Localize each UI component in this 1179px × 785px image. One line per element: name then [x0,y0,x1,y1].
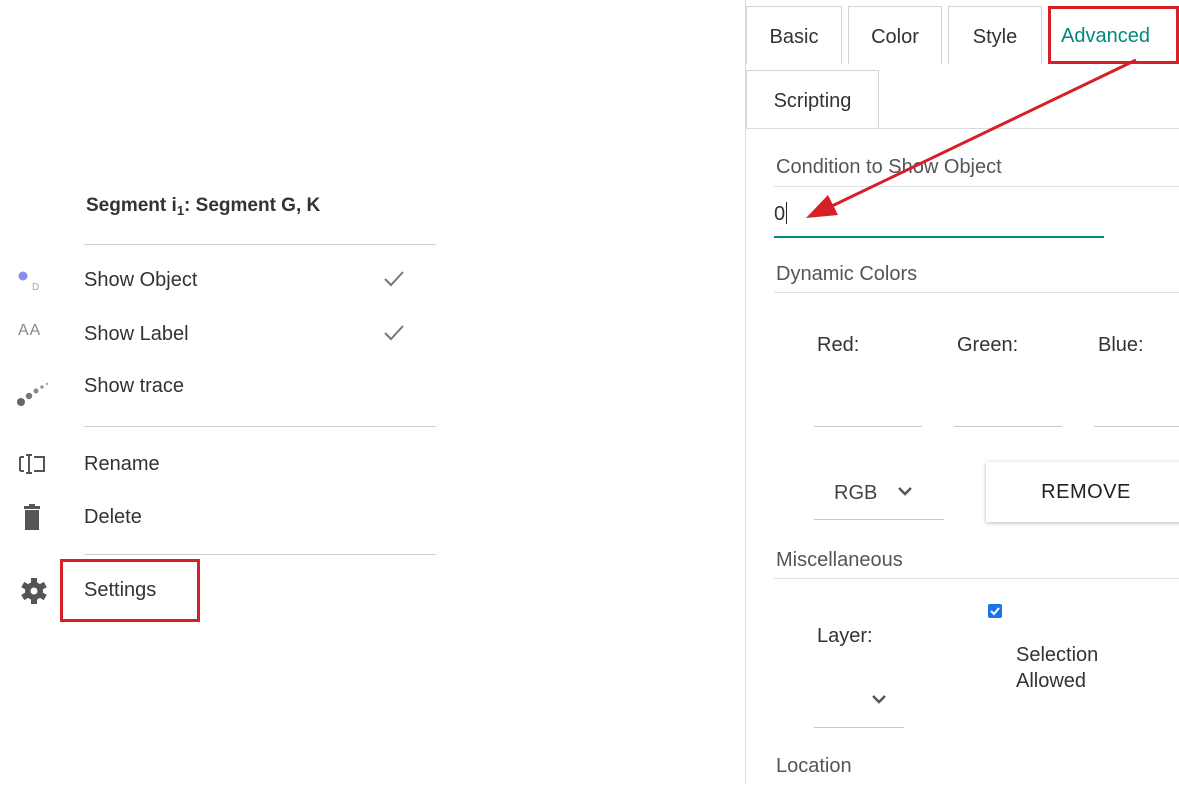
location-label: Location [776,755,852,777]
green-input[interactable] [954,426,1062,427]
chevron-down-icon [870,692,888,711]
dropdown-underline [814,727,904,728]
checkmark-icon [383,270,405,288]
tab-style[interactable]: Style [948,6,1042,64]
menu-item-label: Show Label [84,323,189,345]
show-label-icon: AA [18,322,42,339]
checkmark-icon [383,324,405,342]
selection-allowed-checkbox[interactable] [988,604,1002,618]
chevron-down-icon [896,484,914,503]
gear-icon [14,576,54,604]
miscellaneous-label: Miscellaneous [776,549,903,571]
svg-text:D: D [32,282,39,293]
color-mode-dropdown[interactable]: RGB [814,470,944,520]
layer-label: Layer: [817,625,873,647]
color-mode-value: RGB [834,482,878,504]
blue-label: Blue: [1098,334,1144,356]
blue-input[interactable] [1094,426,1179,427]
menu-item-label: Show Object [84,269,198,291]
condition-value: 0 [774,203,786,225]
section-divider [774,186,1179,187]
show-trace-icon [14,372,54,406]
green-label: Green: [957,334,1019,356]
menu-item-show-trace[interactable]: Show trace [0,366,440,406]
menu-divider [84,244,436,245]
red-label: Red: [817,334,860,356]
menu-title-subscript: 1 [176,203,185,218]
text-cursor [786,202,788,224]
menu-item-label: Delete [84,506,142,528]
layer-dropdown[interactable] [814,680,904,728]
selection-allowed-label: Selection Allowed [1016,642,1098,694]
settings-highlight-box [60,559,200,622]
condition-label: Condition to Show Object [776,156,1002,178]
rename-icon [14,450,54,478]
menu-divider [84,554,436,555]
menu-divider [84,426,436,427]
remove-button[interactable]: REMOVE [986,462,1179,522]
menu-item-show-object[interactable]: D Show Object [0,260,440,300]
menu-item-label: Rename [84,453,160,475]
show-object-icon: D [14,266,54,294]
trash-icon [14,503,54,531]
selection-allowed-line1: Selection [1016,644,1099,666]
menu-item-rename[interactable]: Rename [0,444,440,484]
dropdown-underline [814,519,944,520]
menu-title-rest: : Segment G, K [184,195,321,216]
red-input[interactable] [814,426,922,427]
tab-scripting[interactable]: Scripting [746,70,879,128]
tab-advanced[interactable]: Advanced [1048,6,1179,64]
section-divider [774,292,1179,293]
menu-item-label: Show trace [84,375,185,397]
tab-color[interactable]: Color [848,6,942,64]
tab-basic[interactable]: Basic [746,6,842,64]
condition-input[interactable]: 0 [774,196,1104,238]
menu-item-delete[interactable]: Delete [0,497,440,537]
selection-allowed-line2: Allowed [1016,670,1087,692]
section-divider [774,578,1179,579]
dynamic-colors-label: Dynamic Colors [776,263,918,285]
menu-title-main: Segment i [86,195,177,216]
menu-item-show-label[interactable]: AA Show Label [0,314,440,354]
menu-title: Segment i1: Segment G, K [86,195,320,218]
